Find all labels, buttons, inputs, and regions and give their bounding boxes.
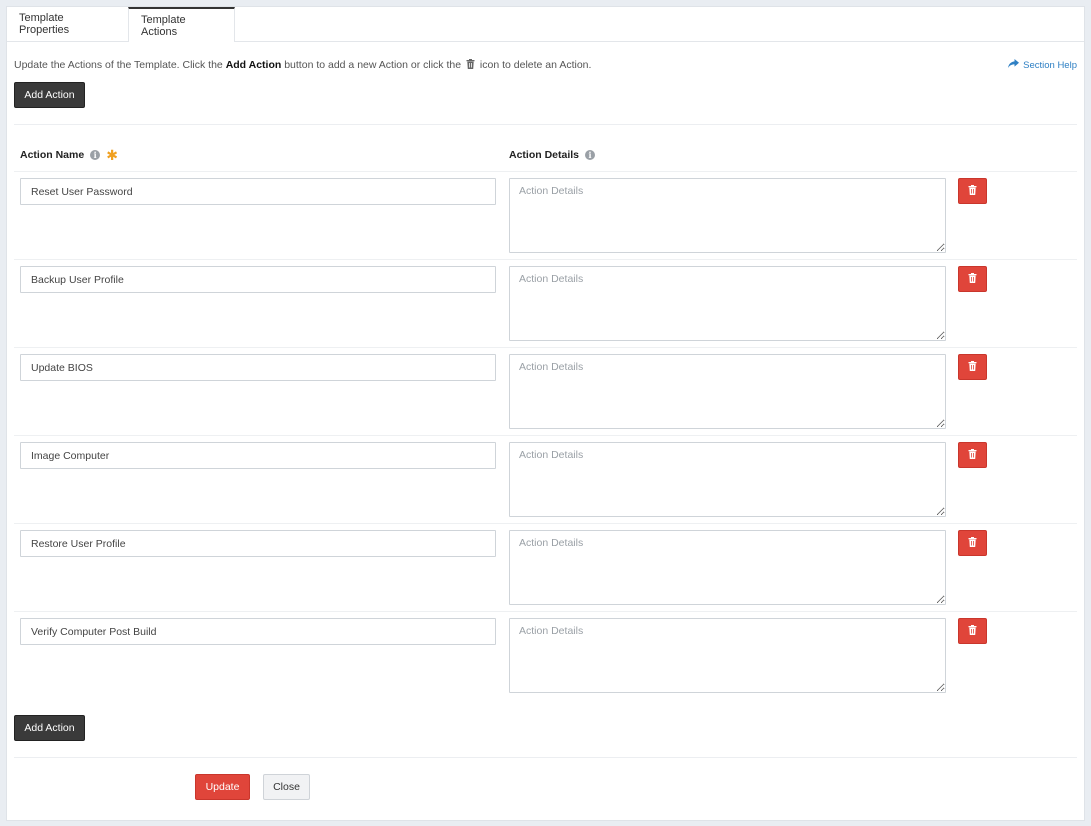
action-details-textarea[interactable] bbox=[509, 618, 946, 693]
info-icon[interactable]: i bbox=[90, 150, 101, 160]
action-row bbox=[14, 523, 1077, 611]
action-row bbox=[14, 171, 1077, 259]
action-details-textarea[interactable] bbox=[509, 266, 946, 341]
action-details-textarea[interactable] bbox=[509, 442, 946, 517]
action-name-input[interactable] bbox=[20, 266, 496, 293]
delete-action-button[interactable] bbox=[958, 354, 987, 380]
action-row bbox=[14, 259, 1077, 347]
delete-action-button[interactable] bbox=[958, 178, 987, 204]
trash-icon bbox=[968, 448, 977, 462]
action-name-input[interactable] bbox=[20, 530, 496, 557]
trash-icon bbox=[968, 272, 977, 286]
action-row bbox=[14, 347, 1077, 435]
action-name-input[interactable] bbox=[20, 618, 496, 645]
trash-icon bbox=[968, 624, 977, 638]
add-action-button-top[interactable]: Add Action bbox=[14, 82, 85, 108]
close-button[interactable]: Close bbox=[263, 774, 310, 800]
action-row bbox=[14, 611, 1077, 699]
trash-icon bbox=[968, 360, 977, 374]
column-header-action-details: Action Details i bbox=[509, 149, 596, 161]
intro-text-part: icon to delete an Action. bbox=[477, 59, 592, 71]
action-details-textarea[interactable] bbox=[509, 530, 946, 605]
action-name-input[interactable] bbox=[20, 442, 496, 469]
update-button[interactable]: Update bbox=[195, 774, 250, 800]
required-asterisk-icon: ✱ bbox=[106, 147, 118, 163]
action-name-input[interactable] bbox=[20, 178, 496, 205]
intro-text: Update the Actions of the Template. Clic… bbox=[14, 59, 591, 72]
divider bbox=[14, 757, 1077, 758]
column-header-label: Action Details bbox=[509, 149, 580, 161]
trash-icon bbox=[466, 59, 475, 72]
delete-action-button[interactable] bbox=[958, 442, 987, 468]
column-header-label: Action Name bbox=[20, 149, 85, 161]
intro-text-bold: Add Action bbox=[225, 59, 282, 71]
column-header-action-name: Action Name i ✱ bbox=[20, 147, 118, 163]
action-details-textarea[interactable] bbox=[509, 354, 946, 429]
intro-text-part: Update the Actions of the Template. Clic… bbox=[14, 59, 226, 71]
tab-template-properties[interactable]: Template Properties bbox=[7, 7, 128, 41]
action-row bbox=[14, 435, 1077, 523]
delete-action-button[interactable] bbox=[958, 618, 987, 644]
action-details-textarea[interactable] bbox=[509, 178, 946, 253]
template-panel: Template Properties Template Actions Upd… bbox=[6, 6, 1085, 821]
delete-action-button[interactable] bbox=[958, 530, 987, 556]
intro-text-part: button to add a new Action or click the bbox=[281, 59, 464, 71]
delete-action-button[interactable] bbox=[958, 266, 987, 292]
divider bbox=[14, 124, 1077, 125]
tab-template-actions[interactable]: Template Actions bbox=[128, 7, 235, 42]
section-help-link[interactable]: Section Help bbox=[1008, 59, 1077, 71]
info-icon[interactable]: i bbox=[585, 150, 596, 160]
add-action-button-bottom[interactable]: Add Action bbox=[14, 715, 85, 741]
trash-icon bbox=[968, 536, 977, 550]
section-help-label: Section Help bbox=[1023, 59, 1077, 71]
share-arrow-icon bbox=[1008, 59, 1020, 71]
tab-bar: Template Properties Template Actions bbox=[7, 7, 1084, 42]
trash-icon bbox=[968, 184, 977, 198]
action-name-input[interactable] bbox=[20, 354, 496, 381]
